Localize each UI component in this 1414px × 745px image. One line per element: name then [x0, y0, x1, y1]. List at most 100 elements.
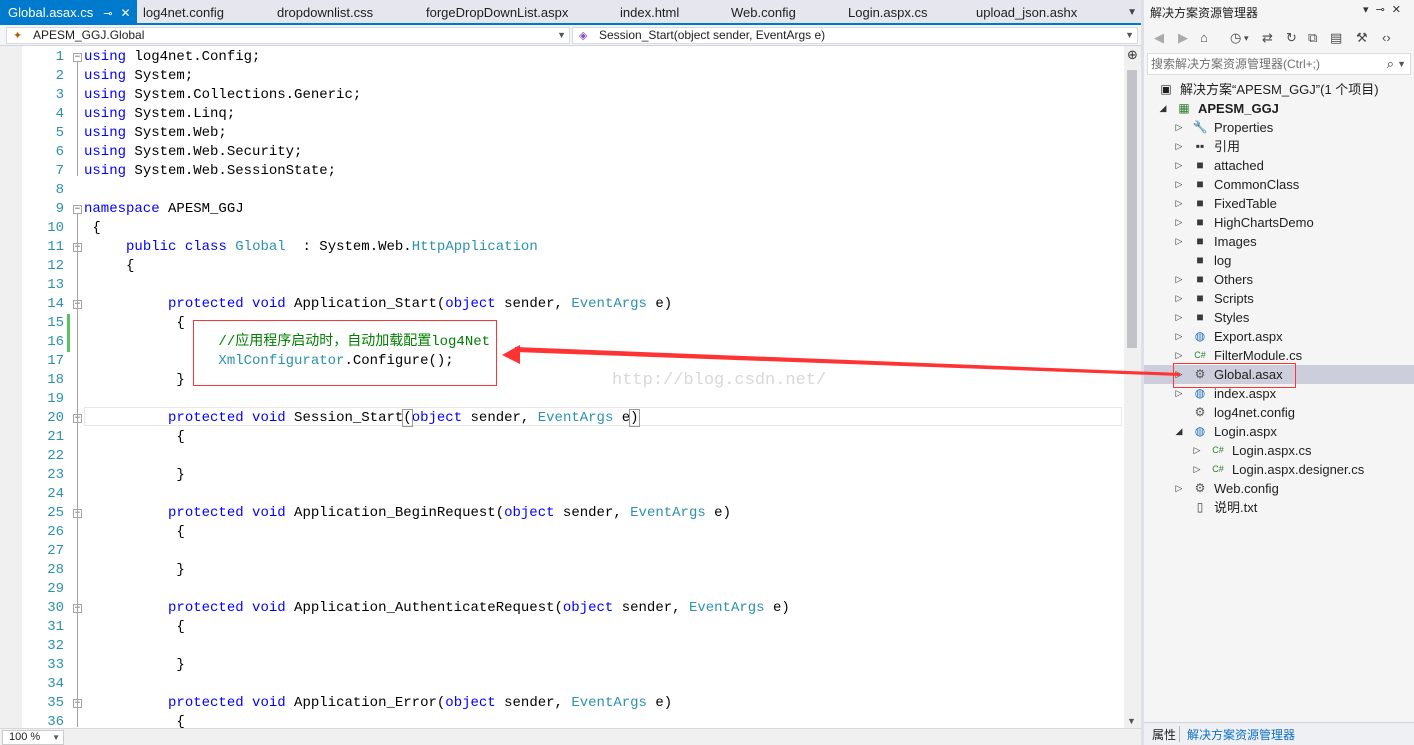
code-line[interactable]: using System.Web.Security;	[84, 143, 302, 162]
member-selector[interactable]: ◈ Session_Start(object sender, EventArgs…	[572, 27, 1138, 44]
expand-arrow-icon[interactable]: ▷	[1174, 156, 1184, 175]
code-line[interactable]: {	[84, 523, 184, 542]
expand-arrow-icon[interactable]: ▷	[1174, 479, 1184, 498]
expand-arrow-icon[interactable]: ▷	[1174, 308, 1184, 327]
view-code-icon[interactable]: ‹›	[1382, 30, 1391, 45]
tab-log4net-config[interactable]: log4net.config	[143, 0, 224, 25]
code-line[interactable]: using System;	[84, 67, 193, 86]
expand-arrow-icon[interactable]: ▷	[1174, 175, 1184, 194]
expand-arrow-icon[interactable]: ▷	[1174, 118, 1184, 137]
code-line[interactable]: {	[84, 257, 134, 276]
chevron-down-icon[interactable]: ▾	[1244, 33, 1249, 44]
tab-properties[interactable]: 属性	[1152, 726, 1176, 743]
code-line[interactable]: protected void Application_BeginRequest(…	[84, 504, 731, 523]
tab-overflow-dropdown-icon[interactable]: ▼	[1127, 0, 1137, 25]
tree-item[interactable]: ▷ C# Login.aspx.cs	[1144, 441, 1414, 460]
expand-arrow-icon[interactable]: ▷	[1192, 460, 1202, 479]
code-line[interactable]: using System.Collections.Generic;	[84, 86, 361, 105]
expand-arrow-icon[interactable]: ▷	[1174, 327, 1184, 346]
chevron-down-icon[interactable]: ▾	[1363, 4, 1376, 16]
tree-item[interactable]: ▷ C# Login.aspx.designer.cs	[1144, 460, 1414, 479]
code-area[interactable]: 1−23456789−1011−121314−151617181920−2122…	[0, 46, 1124, 728]
expand-arrow-icon[interactable]: ▷	[1174, 137, 1184, 156]
tree-item[interactable]: ◢ ◍ Login.aspx	[1144, 422, 1414, 441]
code-line[interactable]: public class Global : System.Web.HttpApp…	[84, 238, 538, 257]
close-icon[interactable]: ✕	[120, 1, 130, 26]
type-selector[interactable]: ✦ APESM_GGJ.Global ▼	[6, 27, 570, 44]
scrollbar-thumb[interactable]	[1127, 70, 1137, 348]
scroll-down-icon[interactable]: ▼	[1127, 716, 1136, 726]
expand-arrow-icon[interactable]: ▷	[1174, 194, 1184, 213]
tab-global-asax-cs[interactable]: Global.asax.cs ⊸ ✕	[0, 0, 137, 25]
tab-dropdownlist-css[interactable]: dropdownlist.css	[277, 0, 373, 25]
tree-item[interactable]: ▷ ■ Styles	[1144, 308, 1414, 327]
refresh-icon[interactable]: ↻	[1286, 30, 1297, 46]
tree-item[interactable]: ▷ ⚙ Web.config	[1144, 479, 1414, 498]
sync-icon[interactable]: ⇄	[1262, 30, 1273, 46]
code-line[interactable]: }	[84, 561, 184, 580]
tree-item[interactable]: ▷ 🔧 Properties	[1144, 118, 1414, 137]
tree-item[interactable]: ▷ ■ FixedTable	[1144, 194, 1414, 213]
pin-icon[interactable]: ⊸	[1376, 4, 1392, 16]
code-editor[interactable]: Global.asax.cs ⊸ ✕ log4net.config dropdown…	[0, 0, 1141, 745]
tab-web-config[interactable]: Web.config	[731, 0, 796, 25]
code-line[interactable]: using System.Web.SessionState;	[84, 162, 336, 181]
tree-item[interactable]: ▯ 说明.txt	[1144, 498, 1414, 517]
expand-arrow-icon[interactable]: ▷	[1174, 213, 1184, 232]
tree-item[interactable]: ▷ ▪▪ 引用	[1144, 137, 1414, 156]
back-icon[interactable]: ◀	[1154, 30, 1164, 46]
close-icon[interactable]: ✕	[1392, 4, 1408, 16]
collapse-icon[interactable]: −	[73, 53, 82, 62]
code-line[interactable]: }	[84, 371, 184, 390]
collapse-icon[interactable]: −	[73, 205, 82, 214]
tree-item[interactable]: ▷ ■ attached	[1144, 156, 1414, 175]
search-input[interactable]: 搜索解决方案资源管理器(Ctrl+;) ⌕ ▼	[1147, 53, 1411, 75]
history-icon[interactable]: ◷	[1230, 30, 1241, 46]
tab-upload-json-ashx[interactable]: upload_json.ashx	[976, 0, 1077, 25]
tree-item[interactable]: ⚙ log4net.config	[1144, 403, 1414, 422]
tree-item[interactable]: ▷ ◍ Export.aspx	[1144, 327, 1414, 346]
code-line[interactable]: namespace APESM_GGJ	[84, 200, 244, 219]
expanded-arrow-icon[interactable]: ◢	[1174, 422, 1184, 441]
vertical-scrollbar[interactable]: ⊕ ▼	[1124, 46, 1141, 728]
code-line[interactable]: using System.Web;	[84, 124, 227, 143]
expand-arrow-icon[interactable]: ▷	[1174, 270, 1184, 289]
expanded-arrow-icon[interactable]: ◢	[1158, 99, 1168, 118]
expand-arrow-icon[interactable]: ▷	[1174, 232, 1184, 251]
tree-item-solution[interactable]: ▣ 解决方案“APESM_GGJ”(1 个项目)	[1144, 80, 1414, 99]
expand-arrow-icon[interactable]: ▷	[1174, 289, 1184, 308]
tree-item[interactable]: ▷ ■ Scripts	[1144, 289, 1414, 308]
tab-solution-explorer[interactable]: 解决方案资源管理器	[1187, 726, 1295, 743]
horizontal-scrollbar[interactable]: 100 % ▼	[0, 728, 1141, 745]
code-line[interactable]: protected void Application_Error(object …	[84, 694, 672, 713]
tree-item-project[interactable]: ◢ ▦ APESM_GGJ	[1144, 99, 1414, 118]
code-line[interactable]: }	[84, 656, 184, 675]
tab-forgedropdownlist-aspx[interactable]: forgeDropDownList.aspx	[426, 0, 568, 25]
code-line[interactable]: {	[84, 428, 184, 447]
tree-item[interactable]: ▷ ■ CommonClass	[1144, 175, 1414, 194]
tab-index-html[interactable]: index.html	[620, 0, 679, 25]
code-line[interactable]: protected void Application_Start(object …	[84, 295, 672, 314]
code-line[interactable]: protected void Application_AuthenticateR…	[84, 599, 790, 618]
code-line[interactable]: using log4net.Config;	[84, 48, 260, 67]
home-icon[interactable]: ⌂	[1200, 30, 1208, 45]
code-line[interactable]: {	[84, 314, 184, 333]
tab-login-aspx-cs[interactable]: Login.aspx.cs	[848, 0, 928, 25]
tree-item[interactable]: ▷ ■ HighChartsDemo	[1144, 213, 1414, 232]
tree-item[interactable]: ▷ ■ Others	[1144, 270, 1414, 289]
code-line[interactable]: using System.Linq;	[84, 105, 235, 124]
show-all-files-icon[interactable]: ▤	[1330, 30, 1342, 46]
chevron-down-icon[interactable]: ▼	[1397, 54, 1406, 74]
code-line[interactable]: }	[84, 466, 184, 485]
forward-icon[interactable]: ▶	[1178, 30, 1188, 46]
search-icon[interactable]: ⌕	[1387, 54, 1394, 74]
code-line[interactable]: {	[84, 219, 100, 238]
code-line[interactable]: {	[84, 618, 184, 637]
tree-item[interactable]: ■ log	[1144, 251, 1414, 270]
code-line[interactable]: protected void Session_Start(object send…	[84, 409, 640, 428]
properties-icon[interactable]: ⚒	[1356, 30, 1368, 46]
split-icon[interactable]: ⊕	[1127, 48, 1138, 61]
collapse-all-icon[interactable]: ⧉	[1308, 30, 1317, 46]
pin-icon[interactable]: ⊸	[103, 2, 112, 27]
expand-arrow-icon[interactable]: ▷	[1192, 441, 1202, 460]
